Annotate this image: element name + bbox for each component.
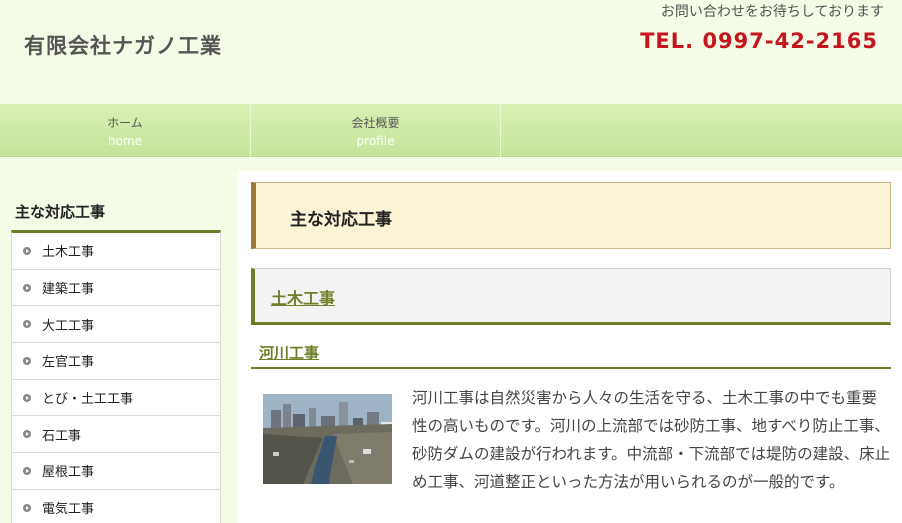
site-header: 有限会社ナガノ工業 お問い合わせをお待ちしております TEL. 0997-42-… [0,0,902,104]
sidebar-item-electrical[interactable]: 電気工事 [12,490,220,523]
nav-home-sub: home [107,134,143,148]
river-work-photo [263,394,392,484]
main-content: 主な対応工事 土木工事 河川工事 河川工事は自然災害から人々の生活を守る、土木工 [237,171,902,523]
nav-item-profile[interactable]: 会社概要 profile [251,104,501,157]
arrow-bullet-icon [23,503,31,512]
subsection-heading: 河川工事 [251,339,891,369]
sidebar-item-label: とび・土工工事 [42,392,134,408]
sidebar-item-civil[interactable]: 土木工事 [12,233,220,270]
sidebar: 主な対応工事 土木工事 建築工事 大工工事 左官工事 とび・土工工事 石工事 屋… [11,187,221,523]
sidebar-item-carpentry[interactable]: 大工工事 [12,306,220,344]
subsection-title-link[interactable]: 河川工事 [259,342,319,363]
sidebar-item-plastering[interactable]: 左官工事 [12,343,220,380]
sidebar-item-building[interactable]: 建築工事 [12,270,220,307]
sidebar-item-roofing[interactable]: 屋根工事 [12,453,220,490]
arrow-bullet-icon [23,283,31,292]
arrow-bullet-icon [23,430,31,439]
arrow-bullet-icon [23,246,31,255]
sidebar-item-scaffolding[interactable]: とび・土工工事 [12,380,220,417]
sidebar-item-label: 建築工事 [42,282,95,298]
sidebar-item-label: 電気工事 [42,502,95,518]
river-work-description: 河川工事は自然災害から人々の生活を守る、土木工事の中でも重要性の高いものです。河… [412,389,891,491]
page-title-box: 主な対応工事 [251,182,891,249]
arrow-bullet-icon [23,320,31,329]
sidebar-item-masonry[interactable]: 石工事 [12,416,220,454]
arrow-bullet-icon [23,356,31,365]
contact-tagline: お問い合わせをお待ちしております [660,4,884,20]
nav-item-home[interactable]: ホーム home [0,104,251,157]
phone-number: TEL. 0997-42-2165 [640,29,878,53]
section-title-link[interactable]: 土木工事 [271,285,335,309]
arrow-bullet-icon [23,393,31,402]
nav-home-label: ホーム [107,116,143,130]
nav-profile-label: 会社概要 [351,116,400,130]
sidebar-list: 土木工事 建築工事 大工工事 左官工事 とび・土工工事 石工事 屋根工事 電気工… [11,230,221,523]
nav-profile-sub: profile [356,134,395,148]
sidebar-item-label: 大工工事 [42,318,95,334]
sidebar-item-label: 左官工事 [42,355,95,371]
river-photo-illustration [263,394,392,484]
sidebar-item-label: 屋根工事 [42,465,95,481]
arrow-bullet-icon [23,466,31,475]
global-nav: ホーム home 会社概要 profile [0,104,902,157]
page-title: 主な対応工事 [290,210,392,230]
company-logo[interactable]: 有限会社ナガノ工業 [24,30,222,60]
sidebar-title: 主な対応工事 [15,203,106,221]
sidebar-item-label: 土木工事 [42,245,95,261]
sidebar-item-label: 石工事 [42,428,82,444]
section-heading: 土木工事 [251,268,891,325]
